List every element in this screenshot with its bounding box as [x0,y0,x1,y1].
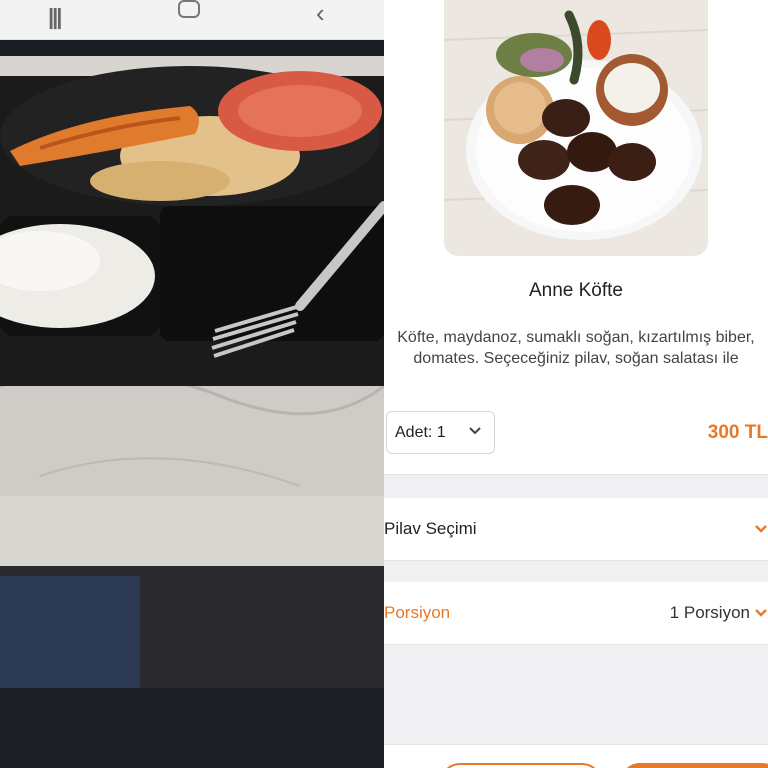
chevron-down-icon [469,427,481,435]
product-name: Anne Köfte [528,280,624,301]
customer-photo-panel: ||| ‹ [0,0,384,768]
bottom-action-bar [384,744,768,768]
meal-photo [0,56,384,688]
product-detail-panel: Anne Köfte Köfte, maydanoz, sumaklı soğa… [384,0,768,768]
option-porsiyon[interactable]: Porsiyon 1 Porsiyon [384,582,768,644]
back-icon[interactable]: ‹ [316,0,325,29]
option-pilav-secimi[interactable]: Pilav Seçimi [384,498,768,560]
chevron-down-icon [755,609,767,617]
primary-action-button[interactable] [620,763,768,768]
quantity-select[interactable]: Adet: 1 [386,411,495,454]
option-selected-value: 1 Porsiyon [669,603,750,622]
chevron-down-icon [755,525,767,533]
android-nav-bar: ||| ‹ [0,0,384,40]
meal-photo-drawing [0,56,384,688]
product-description: Köfte, maydanoz, sumaklı soğan, kızartıl… [397,329,755,367]
section-divider [384,474,768,498]
section-divider [384,644,768,744]
quantity-label: Adet: 1 [395,423,446,441]
section-divider [384,560,768,582]
product-image [444,0,708,256]
product-price: 300 TL [707,422,768,443]
photo-bottom-bar [0,688,384,768]
option-title: Porsiyon [384,603,451,622]
home-icon[interactable] [178,0,200,18]
recents-icon[interactable]: ||| [48,4,63,30]
plate-drawing [444,0,708,256]
option-title: Pilav Seçimi [384,519,477,538]
secondary-action-button[interactable] [440,763,602,768]
